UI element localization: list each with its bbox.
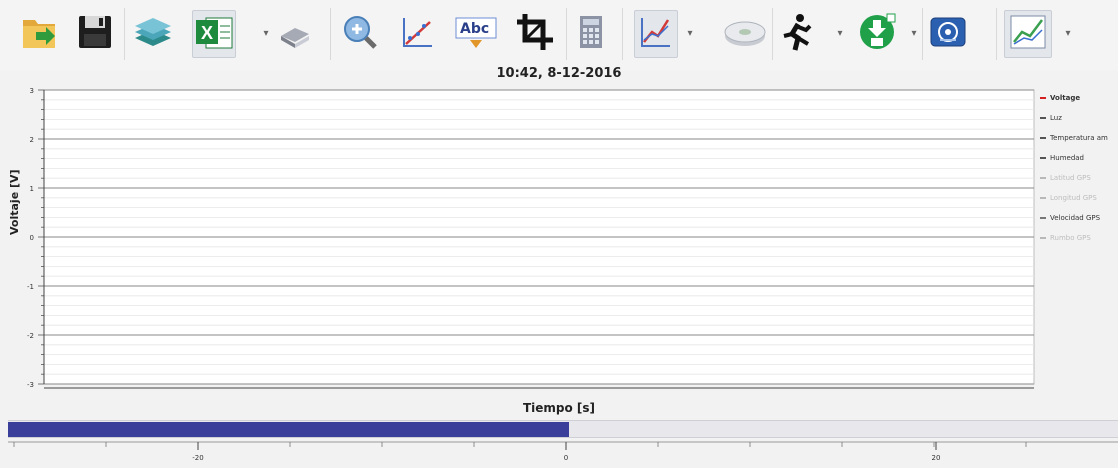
legend-item[interactable]: Humedad [1040,148,1118,168]
dropdown-arrow-icon[interactable]: ▾ [262,29,270,39]
calculator-button[interactable] [574,10,608,58]
toolbar-separator [124,8,125,60]
eraser-icon [275,12,315,56]
disc-icon [723,12,767,56]
line-graph-button[interactable] [1004,10,1052,58]
y-tick-label: 2 [30,136,34,144]
legend-swatch [1040,197,1046,199]
fit-curve-button[interactable] [398,10,438,58]
open-folder-icon [20,12,58,56]
svg-text:Abc: Abc [460,21,489,37]
toolbar-separator [772,8,773,60]
toolbar: X ▾ Abc ▾ ▾ ▾ ▾ [0,0,1118,70]
legend: Voltage Luz Temperatura am Humedad Latitud G… [1040,88,1118,248]
dropdown-arrow-icon[interactable]: ▾ [836,29,844,39]
legend-label: Longitud GPS [1050,194,1097,202]
legend-label: Velocidad GPS [1050,214,1101,222]
legend-item[interactable]: Rumbo GPS [1040,228,1118,248]
y-tick-label: -3 [27,381,34,389]
legend-item[interactable]: Velocidad GPS [1040,208,1118,228]
line-graph-icon [1008,12,1048,56]
eraser-button[interactable] [276,10,314,58]
chart-title: 10:42, 8-12-2016 [496,66,622,81]
zoom-in-icon [340,12,380,56]
save-button[interactable] [76,10,114,58]
fit-curve-icon [398,12,438,56]
range-tick-label: 20 [932,454,941,462]
svg-text:X: X [201,23,213,43]
legend-item[interactable]: Longitud GPS [1040,188,1118,208]
legend-swatch [1040,157,1046,159]
download-device-button[interactable] [856,10,898,58]
graph-style-icon [636,12,676,56]
legend-swatch [1040,177,1046,179]
y-tick-label: 3 [30,87,34,95]
run-icon [776,12,816,56]
legend-label: Humedad [1050,154,1085,162]
legend-item[interactable]: Voltage [1040,88,1118,108]
y-tick-label: -1 [27,283,34,291]
settings-panel-button[interactable] [926,10,970,58]
legend-label: Temperatura am [1050,134,1108,142]
legend-label: Rumbo GPS [1050,234,1091,242]
legend-label: Latitud GPS [1050,174,1091,182]
stack-button[interactable] [130,10,176,58]
range-tick-label: 0 [564,454,568,462]
download-device-icon [857,12,897,56]
legend-item[interactable]: Latitud GPS [1040,168,1118,188]
legend-label: Voltage [1050,94,1081,102]
plot-area[interactable]: 3 2 1 0 -1 -2 -3 [0,82,1118,412]
crop-button[interactable] [514,10,556,58]
zoom-in-button[interactable] [340,10,380,58]
dropdown-arrow-icon[interactable]: ▾ [686,29,694,39]
toolbar-separator [330,8,331,60]
legend-swatch [1040,117,1046,119]
x-axis-label: Tiempo [s] [522,401,596,415]
settings-panel-icon [928,12,968,56]
graph-style-button[interactable] [634,10,678,58]
range-axis: -20 0 20 [8,441,1118,462]
legend-swatch [1040,97,1046,99]
legend-swatch [1040,137,1046,139]
text-label-icon: Abc [454,12,498,56]
toolbar-separator [996,8,997,60]
disc-button[interactable] [722,10,768,58]
save-icon [76,12,114,56]
open-folder-button[interactable] [20,10,58,58]
time-range-scrollbar[interactable] [8,420,1118,438]
stack-icon [131,12,175,56]
legend-swatch [1040,237,1046,239]
legend-item[interactable]: Temperatura am [1040,128,1118,148]
y-axis-label: Voltaje [V] [8,169,21,235]
text-label-button[interactable]: Abc [452,10,500,58]
y-tick-label: -2 [27,332,34,340]
range-tick-label: -20 [192,454,203,462]
y-tick-label: 0 [30,234,34,242]
toolbar-separator [566,8,567,60]
calculator-icon [576,12,606,56]
y-tick-label: 1 [30,185,34,193]
legend-swatch [1040,217,1046,219]
time-range-fill[interactable] [8,422,569,437]
excel-export-icon: X [194,12,234,56]
crop-icon [515,12,555,56]
run-button[interactable] [776,10,816,58]
legend-label: Luz [1050,114,1062,122]
toolbar-separator [622,8,623,60]
dropdown-arrow-icon[interactable]: ▾ [1064,29,1072,39]
excel-export-button[interactable]: X [192,10,236,58]
legend-item[interactable]: Luz [1040,108,1118,128]
dropdown-arrow-icon[interactable]: ▾ [910,29,918,39]
toolbar-separator [922,8,923,60]
